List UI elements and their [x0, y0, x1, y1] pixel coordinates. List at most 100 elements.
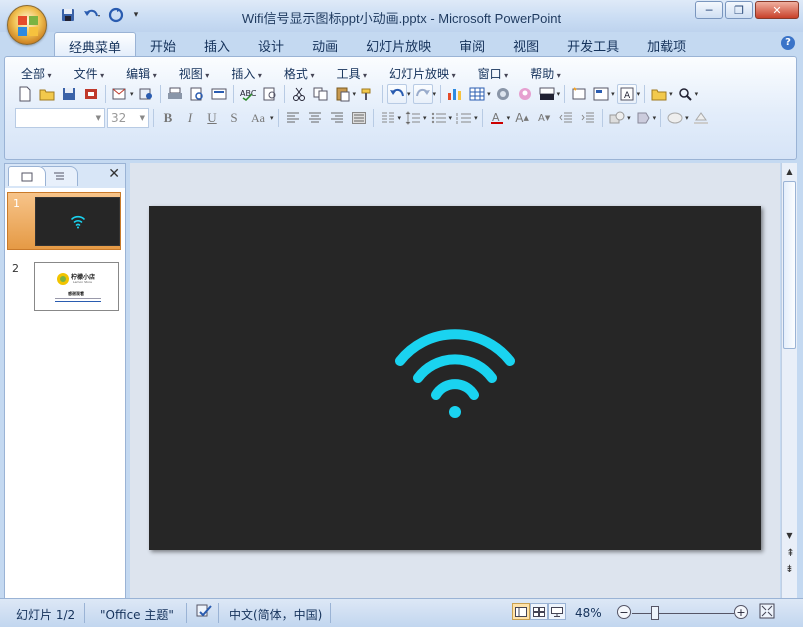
- shapes-icon[interactable]: [607, 108, 627, 128]
- insert-table-icon[interactable]: [467, 84, 487, 104]
- bold-icon[interactable]: B: [158, 108, 178, 128]
- dropdown-arrow-icon[interactable]: ▾: [487, 90, 491, 98]
- decrease-indent-icon[interactable]: [556, 108, 576, 128]
- dropdown-arrow-icon[interactable]: ▾: [557, 90, 561, 98]
- shape-fill-icon[interactable]: [691, 108, 711, 128]
- slide-sorter-button[interactable]: [530, 603, 548, 620]
- format-painter-icon[interactable]: [358, 84, 378, 104]
- dropdown-arrow-icon[interactable]: ▾: [449, 114, 453, 122]
- slide-design-icon[interactable]: [591, 84, 611, 104]
- dropdown-arrow-icon[interactable]: ▾: [270, 114, 274, 122]
- zoom-level[interactable]: 48%: [575, 606, 602, 620]
- open-folder-icon[interactable]: [37, 84, 57, 104]
- menu-slideshow[interactable]: 幻灯片放映: [383, 63, 462, 84]
- tab-home[interactable]: 开始: [136, 32, 190, 56]
- close-button[interactable]: ✕: [755, 1, 799, 19]
- zoom-out-icon[interactable]: −: [617, 605, 631, 619]
- change-case-icon[interactable]: Aa: [246, 108, 270, 128]
- dropdown-arrow-icon[interactable]: ▾: [637, 90, 641, 98]
- tab-addins[interactable]: 加载项: [633, 32, 700, 56]
- tab-design[interactable]: 设计: [244, 32, 298, 56]
- numbering-icon[interactable]: [454, 108, 474, 128]
- scroll-up-icon[interactable]: ▲: [782, 163, 797, 179]
- language-status[interactable]: 中文(简体，中国): [229, 606, 322, 623]
- email-icon[interactable]: [110, 84, 130, 104]
- help-icon[interactable]: ?: [781, 36, 795, 50]
- slide-layout-icon[interactable]: [209, 84, 229, 104]
- tab-developer[interactable]: 开发工具: [553, 32, 633, 56]
- align-right-icon[interactable]: [327, 108, 347, 128]
- paste-icon[interactable]: [333, 84, 353, 104]
- shadow-icon[interactable]: S: [224, 108, 244, 128]
- columns-icon[interactable]: [378, 108, 398, 128]
- spelling-icon[interactable]: ABC: [238, 84, 258, 104]
- justify-icon[interactable]: [349, 108, 369, 128]
- menu-file[interactable]: 文件: [68, 63, 111, 84]
- copy-icon[interactable]: [311, 84, 331, 104]
- dropdown-arrow-icon[interactable]: ▾: [685, 114, 689, 122]
- tab-insert[interactable]: 插入: [190, 32, 244, 56]
- color-scheme-icon[interactable]: [537, 84, 557, 104]
- normal-view-button[interactable]: [512, 603, 530, 620]
- align-left-icon[interactable]: [283, 108, 303, 128]
- close-pane-icon[interactable]: ✕: [108, 166, 120, 182]
- arrange-icon[interactable]: [633, 108, 653, 128]
- dropdown-arrow-icon[interactable]: ▾: [398, 114, 402, 122]
- cut-icon[interactable]: [289, 84, 309, 104]
- dropdown-arrow-icon[interactable]: ▾: [353, 90, 357, 98]
- quick-styles-icon[interactable]: [665, 108, 685, 128]
- zoom-in-icon[interactable]: +: [734, 605, 748, 619]
- increase-indent-icon[interactable]: [578, 108, 598, 128]
- menu-view[interactable]: 视图: [173, 63, 216, 84]
- office-button[interactable]: [7, 5, 47, 45]
- search-icon[interactable]: [675, 84, 695, 104]
- scroll-down-icon[interactable]: ▼: [782, 527, 797, 543]
- dropdown-arrow-icon[interactable]: ▾: [423, 114, 427, 122]
- dropdown-arrow-icon[interactable]: ▾: [627, 114, 631, 122]
- scrollbar-thumb[interactable]: [783, 181, 796, 349]
- slide-thumbnail-2[interactable]: 2 柠檬小店 Lemon Store 感谢观看: [7, 258, 121, 316]
- bullets-icon[interactable]: [429, 108, 449, 128]
- menu-window[interactable]: 窗口: [472, 63, 515, 84]
- fit-to-window-icon[interactable]: [759, 603, 775, 622]
- spell-check-icon[interactable]: [196, 603, 214, 622]
- undo-icon[interactable]: [387, 84, 408, 104]
- menu-insert[interactable]: 插入: [225, 63, 268, 84]
- minimize-button[interactable]: ─: [695, 1, 723, 19]
- font-color-icon[interactable]: A: [487, 108, 507, 128]
- dropdown-arrow-icon[interactable]: ▾: [695, 90, 699, 98]
- insert-clipart-icon[interactable]: [493, 84, 513, 104]
- menu-format[interactable]: 格式: [278, 63, 321, 84]
- restore-button[interactable]: ❐: [725, 1, 753, 19]
- insert-chart-icon[interactable]: [445, 84, 465, 104]
- publish-icon[interactable]: [136, 84, 156, 104]
- save-icon[interactable]: [59, 84, 79, 104]
- dropdown-arrow-icon[interactable]: ▾: [474, 114, 478, 122]
- zoom-slider-thumb[interactable]: [651, 606, 659, 620]
- new-document-icon[interactable]: [15, 84, 35, 104]
- dropdown-arrow-icon[interactable]: ▾: [611, 90, 615, 98]
- dropdown-arrow-icon[interactable]: ▾: [653, 114, 657, 122]
- insert-picture-icon[interactable]: [515, 84, 535, 104]
- zoom-slider-track[interactable]: [632, 613, 734, 614]
- dropdown-arrow-icon[interactable]: ▾: [433, 90, 437, 98]
- menu-edit[interactable]: 编辑: [120, 63, 163, 84]
- line-spacing-icon[interactable]: [403, 108, 423, 128]
- dropdown-arrow-icon[interactable]: ▾: [407, 90, 411, 98]
- research-icon[interactable]: [260, 84, 280, 104]
- menu-help[interactable]: 帮助: [524, 63, 567, 84]
- tab-slides[interactable]: [8, 166, 46, 186]
- dropdown-arrow-icon[interactable]: ▾: [507, 114, 511, 122]
- tab-view[interactable]: 视图: [499, 32, 553, 56]
- previous-slide-icon[interactable]: ⇞: [782, 545, 797, 561]
- menu-all[interactable]: 全部: [15, 63, 58, 84]
- dropdown-arrow-icon[interactable]: ▾: [669, 90, 673, 98]
- slide-thumbnail-1[interactable]: 1: [7, 192, 121, 250]
- permission-icon[interactable]: [81, 84, 101, 104]
- font-name-combo[interactable]: ▼: [15, 108, 105, 128]
- redo-icon[interactable]: [412, 84, 433, 104]
- open-folder-icon[interactable]: [649, 84, 669, 104]
- print-icon[interactable]: [165, 84, 185, 104]
- new-slide-icon[interactable]: [569, 84, 589, 104]
- font-size-combo[interactable]: 32 ▼: [107, 108, 149, 128]
